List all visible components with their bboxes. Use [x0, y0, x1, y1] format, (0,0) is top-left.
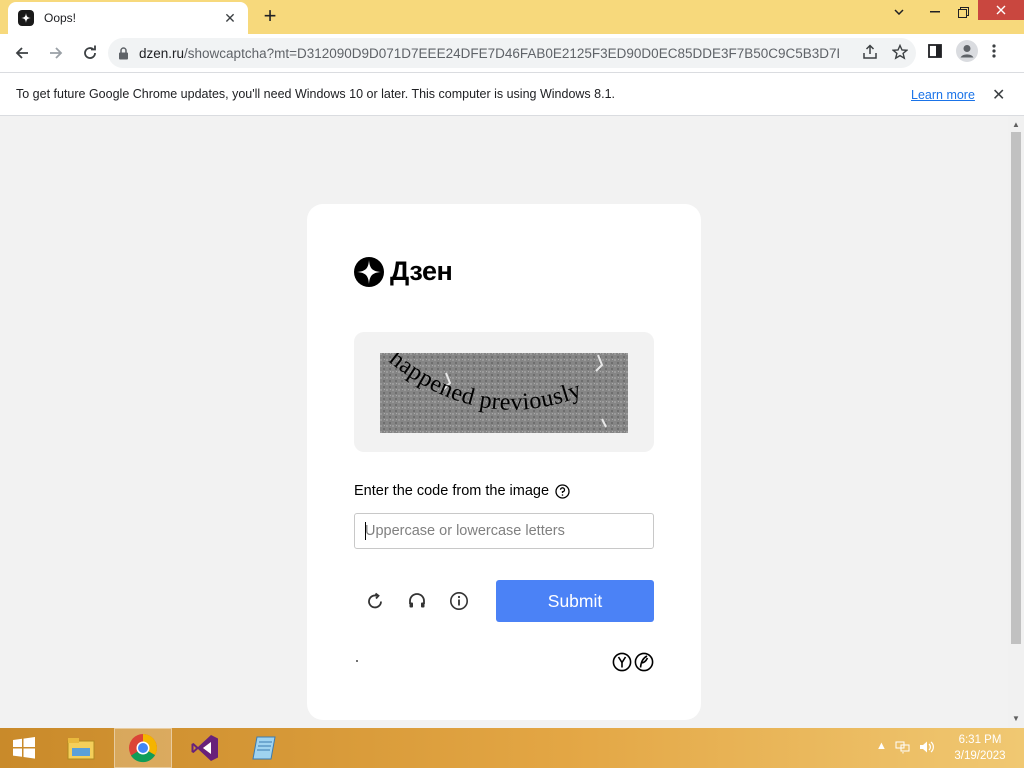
- captcha-prompt: Enter the code from the image: [354, 483, 570, 499]
- refresh-captcha-button[interactable]: [362, 588, 388, 614]
- audio-captcha-icon: [409, 593, 425, 608]
- yandex-logo-icon[interactable]: [612, 652, 632, 672]
- forward-button[interactable]: [42, 39, 70, 67]
- minimize-button[interactable]: [922, 0, 948, 24]
- system-tray: ▲: [876, 740, 935, 754]
- audio-captcha-button[interactable]: [404, 588, 430, 614]
- scroll-thumb[interactable]: [1011, 132, 1021, 644]
- dzen-logo: Дзен: [354, 256, 453, 287]
- brand-name: Дзен: [390, 256, 453, 286]
- captcha-container: happened previously: [354, 332, 654, 452]
- tab-close-icon[interactable]: ✕: [222, 10, 238, 27]
- learn-more-link[interactable]: Learn more: [911, 88, 975, 102]
- star-icon[interactable]: [892, 44, 908, 60]
- scroll-up-arrow-icon[interactable]: ▲: [1012, 120, 1020, 129]
- close-icon[interactable]: ✕: [992, 85, 1005, 105]
- text-caret: [365, 522, 366, 540]
- url-path: /showcaptcha?mt=D312090D9D071D7EEE24DFE7…: [184, 45, 839, 61]
- smartcaptcha-logos: [612, 652, 654, 672]
- file-explorer-button[interactable]: [58, 728, 104, 768]
- file-explorer-icon: [67, 738, 95, 760]
- share-icon[interactable]: [862, 44, 878, 60]
- system-clock[interactable]: 6:31 PM 3/19/2023: [946, 732, 1014, 764]
- menu-icon[interactable]: [992, 43, 996, 59]
- tab-oops[interactable]: Oops! ✕: [8, 2, 248, 34]
- browser-toolbar: dzen.ru/showcaptcha?mt=D312090D9D071D7EE…: [0, 34, 1024, 72]
- page-viewport: Дзен happened previously Enter the code …: [0, 116, 1008, 728]
- visual-studio-button[interactable]: [180, 728, 230, 768]
- refresh-captcha-icon: [368, 592, 382, 609]
- clock-date: 3/19/2023: [954, 750, 1006, 762]
- chrome-button[interactable]: [114, 728, 172, 768]
- notepad-button[interactable]: [238, 728, 294, 768]
- submit-button[interactable]: Submit: [496, 580, 654, 622]
- address-bar[interactable]: dzen.ru/showcaptcha?mt=D312090D9D071D7EE…: [108, 38, 916, 68]
- update-infobar: To get future Google Chrome updates, you…: [0, 72, 1024, 116]
- prompt-label: Enter the code from the image: [354, 483, 550, 499]
- infobar-message: To get future Google Chrome updates, you…: [16, 87, 615, 101]
- info-button[interactable]: [446, 588, 472, 614]
- notepad-icon: [252, 736, 276, 760]
- scroll-down-arrow-icon[interactable]: ▼: [1012, 714, 1020, 723]
- reload-button[interactable]: [76, 39, 104, 67]
- network-icon[interactable]: [895, 740, 911, 754]
- footer-dot: [356, 660, 358, 662]
- lock-icon[interactable]: [118, 46, 129, 60]
- restore-button[interactable]: [950, 0, 976, 24]
- volume-icon[interactable]: [919, 740, 935, 754]
- url-host: dzen.ru: [139, 45, 185, 61]
- tab-title: Oops!: [44, 11, 77, 25]
- windows-taskbar: ▲ 6:31 PM 3/19/2023: [0, 728, 1024, 768]
- captcha-image: happened previously: [380, 353, 628, 433]
- forward-icon: [50, 47, 63, 59]
- dzen-logo-icon: [354, 256, 384, 287]
- tab-strip: Oops! ✕ +: [0, 0, 1024, 34]
- dzen-favicon-icon: [18, 10, 34, 26]
- new-tab-button[interactable]: +: [258, 5, 282, 29]
- info-icon: [450, 592, 468, 610]
- back-icon: [15, 47, 28, 59]
- tab-search-icon[interactable]: [886, 0, 912, 24]
- profile-icon[interactable]: [956, 40, 978, 62]
- visual-studio-icon: [191, 735, 218, 761]
- start-icon: [13, 737, 35, 759]
- reload-icon: [84, 45, 96, 59]
- help-icon[interactable]: [555, 483, 570, 499]
- url-text[interactable]: dzen.ru/showcaptcha?mt=D312090D9D071D7EE…: [139, 46, 839, 61]
- sidepanel-icon[interactable]: [928, 44, 942, 58]
- captcha-input[interactable]: [354, 513, 654, 549]
- clock-time: 6:31 PM: [958, 734, 1002, 746]
- back-button[interactable]: [8, 39, 36, 67]
- chrome-icon: [129, 734, 157, 763]
- vertical-scrollbar[interactable]: ▲ ▼: [1008, 116, 1024, 728]
- start-button[interactable]: [0, 728, 48, 768]
- close-window-button[interactable]: [978, 0, 1024, 20]
- tray-overflow-icon[interactable]: ▲: [876, 740, 887, 754]
- captcha-card: Дзен happened previously Enter the code …: [307, 204, 701, 720]
- smartcaptcha-logo-icon[interactable]: [634, 652, 654, 672]
